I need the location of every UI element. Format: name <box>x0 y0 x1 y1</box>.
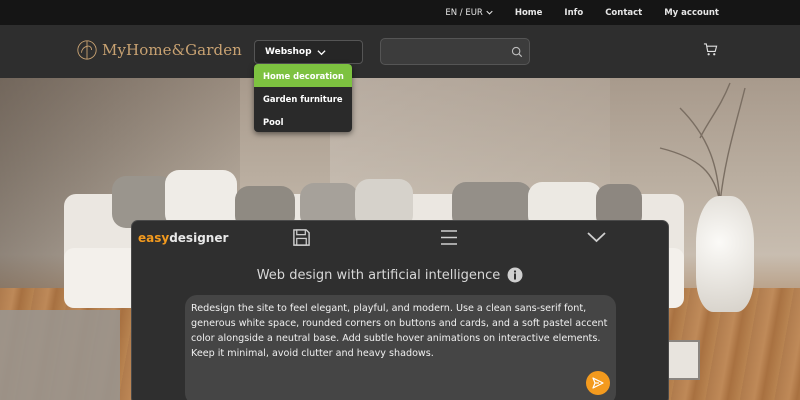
logo-icon <box>77 40 97 60</box>
logo-easy: easy <box>138 231 170 245</box>
webshop-label: Webshop <box>265 47 312 57</box>
nav-link-home[interactable]: Home <box>515 8 543 18</box>
vase <box>696 196 754 312</box>
easydesigner-logo: easydesigner <box>138 231 228 245</box>
menu-item-garden-furniture[interactable]: Garden furniture <box>254 87 352 110</box>
site-header: MyHome&Garden Webshop <box>0 25 800 78</box>
nav-link-info[interactable]: Info <box>564 8 583 18</box>
menu-item-home-decoration[interactable]: Home decoration <box>254 64 352 87</box>
search-box <box>380 38 530 65</box>
menu-icon[interactable] <box>440 229 458 246</box>
info-icon[interactable] <box>507 267 523 283</box>
panel-title: Web design with artificial intelligence <box>132 267 648 283</box>
webshop-dropdown-button[interactable]: Webshop <box>254 40 363 64</box>
send-icon <box>592 377 604 389</box>
chevron-down-icon <box>486 10 493 15</box>
decorative-branches <box>659 82 746 203</box>
rug <box>0 310 120 400</box>
panel-title-text: Web design with artificial intelligence <box>256 267 501 283</box>
easydesigner-panel: easydesigner Web design with artificial … <box>131 220 669 400</box>
menu-item-pool[interactable]: Pool <box>254 110 352 132</box>
nav-link-contact[interactable]: Contact <box>605 8 642 18</box>
site-logo[interactable]: MyHome&Garden <box>76 39 242 61</box>
logo-text: MyHome&Garden <box>102 41 242 59</box>
search-input[interactable] <box>381 39 501 64</box>
language-currency-label: EN / EUR <box>445 7 483 18</box>
save-icon[interactable] <box>292 228 311 247</box>
search-icon[interactable] <box>511 46 523 58</box>
language-currency-selector[interactable]: EN / EUR <box>445 8 493 18</box>
prompt-textarea[interactable]: Redesign the site to feel elegant, playf… <box>185 295 616 400</box>
top-utility-bar: EN / EUR Home Info Contact My account <box>0 0 800 25</box>
chevron-down-icon <box>316 49 326 55</box>
logo-designer: designer <box>169 231 229 245</box>
webshop-dropdown-menu: Home decoration Garden furniture Pool <box>254 64 352 132</box>
cart-icon[interactable] <box>703 42 718 57</box>
collapse-icon[interactable] <box>587 231 606 243</box>
send-button[interactable] <box>586 371 610 395</box>
nav-link-my-account[interactable]: My account <box>664 8 719 18</box>
prompt-text: Redesign the site to feel elegant, playf… <box>191 303 608 359</box>
